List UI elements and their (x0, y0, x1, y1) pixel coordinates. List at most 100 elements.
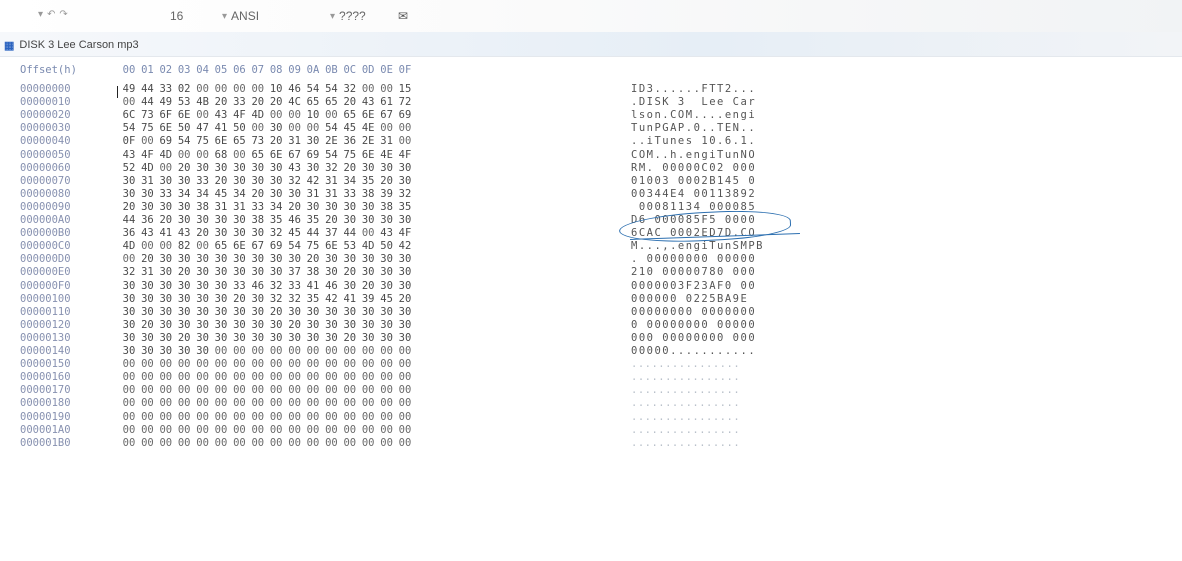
hex-byte[interactable]: 65 (230, 135, 248, 147)
ascii-text[interactable]: 01003 0002B145 0 (631, 175, 756, 187)
hex-byte[interactable]: 30 (194, 214, 212, 226)
hex-byte[interactable]: 00 (138, 358, 156, 370)
hex-byte[interactable]: 30 (378, 280, 396, 292)
hex-byte[interactable]: 6E (359, 149, 377, 161)
hex-byte[interactable]: 00 (267, 384, 285, 396)
hex-byte[interactable]: 43 (138, 227, 156, 239)
hex-byte[interactable]: 30 (212, 319, 230, 331)
hex-byte[interactable]: 30 (157, 332, 175, 344)
hex-byte[interactable]: 82 (175, 240, 193, 252)
hex-byte[interactable]: 38 (194, 201, 212, 213)
hex-byte[interactable]: 20 (138, 319, 156, 331)
hex-byte[interactable]: 00 (138, 371, 156, 383)
hex-byte[interactable]: 4D (138, 162, 156, 174)
hex-byte[interactable]: 00 (175, 371, 193, 383)
hex-byte[interactable]: 00 (359, 397, 377, 409)
hex-byte[interactable]: 31 (230, 201, 248, 213)
hex-byte[interactable]: 00 (249, 397, 267, 409)
hex-byte[interactable]: 30 (322, 332, 340, 344)
hex-byte[interactable]: 30 (378, 253, 396, 265)
hex-byte[interactable]: 6E (230, 240, 248, 252)
hex-byte[interactable]: 4D (157, 149, 175, 161)
hex-byte[interactable]: 6E (157, 122, 175, 134)
hex-byte[interactable]: 31 (138, 175, 156, 187)
hex-byte[interactable]: 00 (138, 240, 156, 252)
hex-byte[interactable]: 00 (249, 437, 267, 449)
hex-byte[interactable]: 00 (175, 397, 193, 409)
hex-byte[interactable]: 65 (304, 96, 322, 108)
ascii-text[interactable]: 0000003F23AF0 00 (631, 280, 756, 292)
hex-byte[interactable]: 43 (378, 227, 396, 239)
hex-byte[interactable]: 44 (341, 227, 359, 239)
hex-byte[interactable]: 30 (378, 306, 396, 318)
hex-byte[interactable]: 00 (286, 397, 304, 409)
hex-byte[interactable]: 6E (267, 149, 285, 161)
hex-byte[interactable]: 00 (120, 397, 138, 409)
hex-byte[interactable]: 00 (157, 371, 175, 383)
hex-byte[interactable]: 20 (194, 227, 212, 239)
hex-byte[interactable]: 00 (267, 397, 285, 409)
hex-byte[interactable]: 00 (396, 397, 414, 409)
hex-byte[interactable]: 00 (322, 437, 340, 449)
hex-byte[interactable]: 69 (157, 135, 175, 147)
hex-byte[interactable]: 67 (286, 149, 304, 161)
ascii-text[interactable]: ................ (631, 397, 740, 409)
hex-byte[interactable]: 30 (396, 214, 414, 226)
hex-byte[interactable]: 20 (267, 135, 285, 147)
hex-byte[interactable]: 39 (378, 188, 396, 200)
hex-byte[interactable]: 00 (359, 384, 377, 396)
hex-byte[interactable]: 46 (286, 214, 304, 226)
hex-byte[interactable]: 31 (212, 201, 230, 213)
hex-byte[interactable]: 30 (230, 175, 248, 187)
hex-byte[interactable]: 30 (286, 188, 304, 200)
hex-byte[interactable]: 45 (341, 122, 359, 134)
hex-byte[interactable]: 00 (286, 109, 304, 121)
hex-byte[interactable]: 41 (212, 122, 230, 134)
hex-byte[interactable]: 4F (396, 227, 414, 239)
hex-byte[interactable]: 30 (212, 253, 230, 265)
ascii-text[interactable]: ID3......FTT2... (631, 83, 756, 95)
hex-byte[interactable]: 41 (341, 293, 359, 305)
hex-byte[interactable]: 00 (194, 109, 212, 121)
hex-byte[interactable]: 00 (341, 437, 359, 449)
hex-byte[interactable]: 00 (120, 253, 138, 265)
hex-byte[interactable]: 45 (378, 293, 396, 305)
hex-byte[interactable]: 30 (120, 345, 138, 357)
hex-byte[interactable]: 30 (396, 253, 414, 265)
hex-byte[interactable]: 30 (212, 266, 230, 278)
ascii-text[interactable]: M...,.engiTunSMPB (631, 240, 764, 252)
hex-byte[interactable]: 30 (396, 162, 414, 174)
hex-byte[interactable]: 00 (286, 411, 304, 423)
hex-byte[interactable]: 00 (194, 371, 212, 383)
hex-byte[interactable]: 30 (120, 175, 138, 187)
hex-byte[interactable]: 20 (175, 332, 193, 344)
hex-byte[interactable]: 30 (194, 306, 212, 318)
hex-byte[interactable]: 43 (212, 109, 230, 121)
hex-byte[interactable]: 00 (267, 411, 285, 423)
hex-byte[interactable]: 00 (341, 371, 359, 383)
hex-byte[interactable]: 30 (138, 332, 156, 344)
hex-byte[interactable]: 00 (322, 397, 340, 409)
hex-byte[interactable]: 30 (396, 266, 414, 278)
hex-byte[interactable]: 20 (138, 253, 156, 265)
hex-byte[interactable]: 00 (304, 437, 322, 449)
hex-byte[interactable]: 36 (120, 227, 138, 239)
hex-byte[interactable]: 00 (341, 384, 359, 396)
extra-dropdown[interactable]: ▾ ???? (330, 9, 366, 23)
hex-byte[interactable]: 20 (341, 332, 359, 344)
hex-byte[interactable]: 00 (286, 122, 304, 134)
hex-byte[interactable]: 00 (249, 424, 267, 436)
hex-byte[interactable]: 20 (304, 253, 322, 265)
hex-byte[interactable]: 53 (175, 96, 193, 108)
hex-byte[interactable]: 30 (157, 280, 175, 292)
hex-byte[interactable]: 50 (175, 122, 193, 134)
hex-byte[interactable]: 00 (230, 424, 248, 436)
hex-byte[interactable]: 00 (286, 371, 304, 383)
hex-byte[interactable]: 36 (341, 135, 359, 147)
hex-byte[interactable]: 20 (359, 280, 377, 292)
hex-byte[interactable]: 34 (341, 175, 359, 187)
hex-byte[interactable]: 31 (286, 135, 304, 147)
hex-byte[interactable]: 30 (249, 266, 267, 278)
hex-byte[interactable]: 20 (378, 175, 396, 187)
hex-byte[interactable]: 65 (322, 96, 340, 108)
